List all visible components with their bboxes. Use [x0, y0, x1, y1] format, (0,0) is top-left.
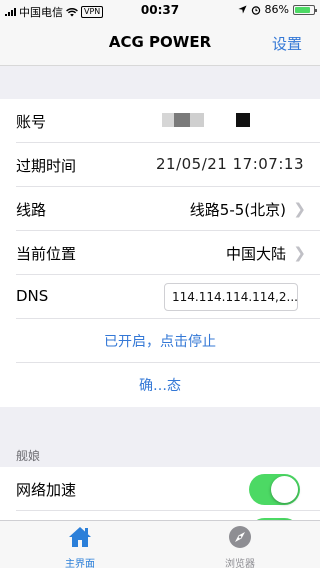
info-group: 账号 过期时间 21/05/21 17:07:13 线路 线路5-5(北京) ❯… [0, 99, 320, 407]
kancolle-group: 网络加速 [0, 467, 320, 520]
location-row[interactable]: 当前位置 中国大陆 ❯ [0, 231, 320, 275]
route-value: 线路5-5(北京) [189, 201, 286, 219]
account-value-masked [162, 113, 250, 127]
route-label: 线路 [16, 201, 47, 219]
location-label: 当前位置 [16, 245, 77, 263]
dns-input[interactable]: 114.114.114.114,2... [164, 283, 298, 311]
confirm-status-button[interactable]: 确…态 [0, 375, 320, 395]
network-boost-row: 网络加速 [0, 467, 320, 511]
expiry-label: 过期时间 [16, 157, 77, 175]
chevron-right-icon: ❯ [293, 244, 306, 262]
route-row[interactable]: 线路 线路5-5(北京) ❯ [0, 187, 320, 231]
next-setting-row [0, 511, 320, 520]
tab-browser-label: 浏览器 [225, 559, 255, 568]
location-value: 中国大陆 [225, 245, 286, 263]
tab-home-label: 主界面 [65, 559, 95, 568]
compass-icon [229, 526, 251, 548]
account-label: 账号 [16, 113, 47, 131]
tab-browser[interactable]: 浏览器 [210, 525, 270, 568]
dns-label: DNS [16, 287, 49, 305]
alarm-icon [251, 5, 260, 15]
battery-percent: 86% [264, 3, 289, 16]
chevron-right-icon: ❯ [293, 200, 306, 218]
expiry-row: 过期时间 21/05/21 17:07:13 [0, 143, 320, 187]
network-boost-toggle[interactable] [249, 474, 300, 505]
status-right: 86% [237, 3, 317, 16]
battery-icon [293, 4, 317, 15]
toggle-connection-button[interactable]: 已开启，点击停止 [0, 331, 320, 351]
section-header: 舰娘 [16, 449, 41, 463]
navigation-bar: ACG POWER 设置 [0, 22, 320, 66]
dns-row: DNS 114.114.114.114,2... [0, 275, 320, 319]
tab-home[interactable]: 主界面 [50, 525, 110, 568]
network-boost-label: 网络加速 [16, 481, 77, 499]
toggle-connection-row[interactable]: 已开启，点击停止 [0, 319, 320, 363]
account-row: 账号 [0, 99, 320, 143]
location-arrow-icon [237, 5, 247, 14]
expiry-value: 21/05/21 17:07:13 [155, 155, 304, 173]
settings-button[interactable]: 设置 [272, 33, 302, 54]
home-icon [69, 527, 91, 547]
status-bar: 中国电信 VPN 00:37 86% [0, 0, 320, 22]
tab-bar: 主界面 浏览器 [0, 520, 320, 568]
toggle-knob [271, 476, 298, 503]
confirm-status-row[interactable]: 确…态 [0, 363, 320, 407]
